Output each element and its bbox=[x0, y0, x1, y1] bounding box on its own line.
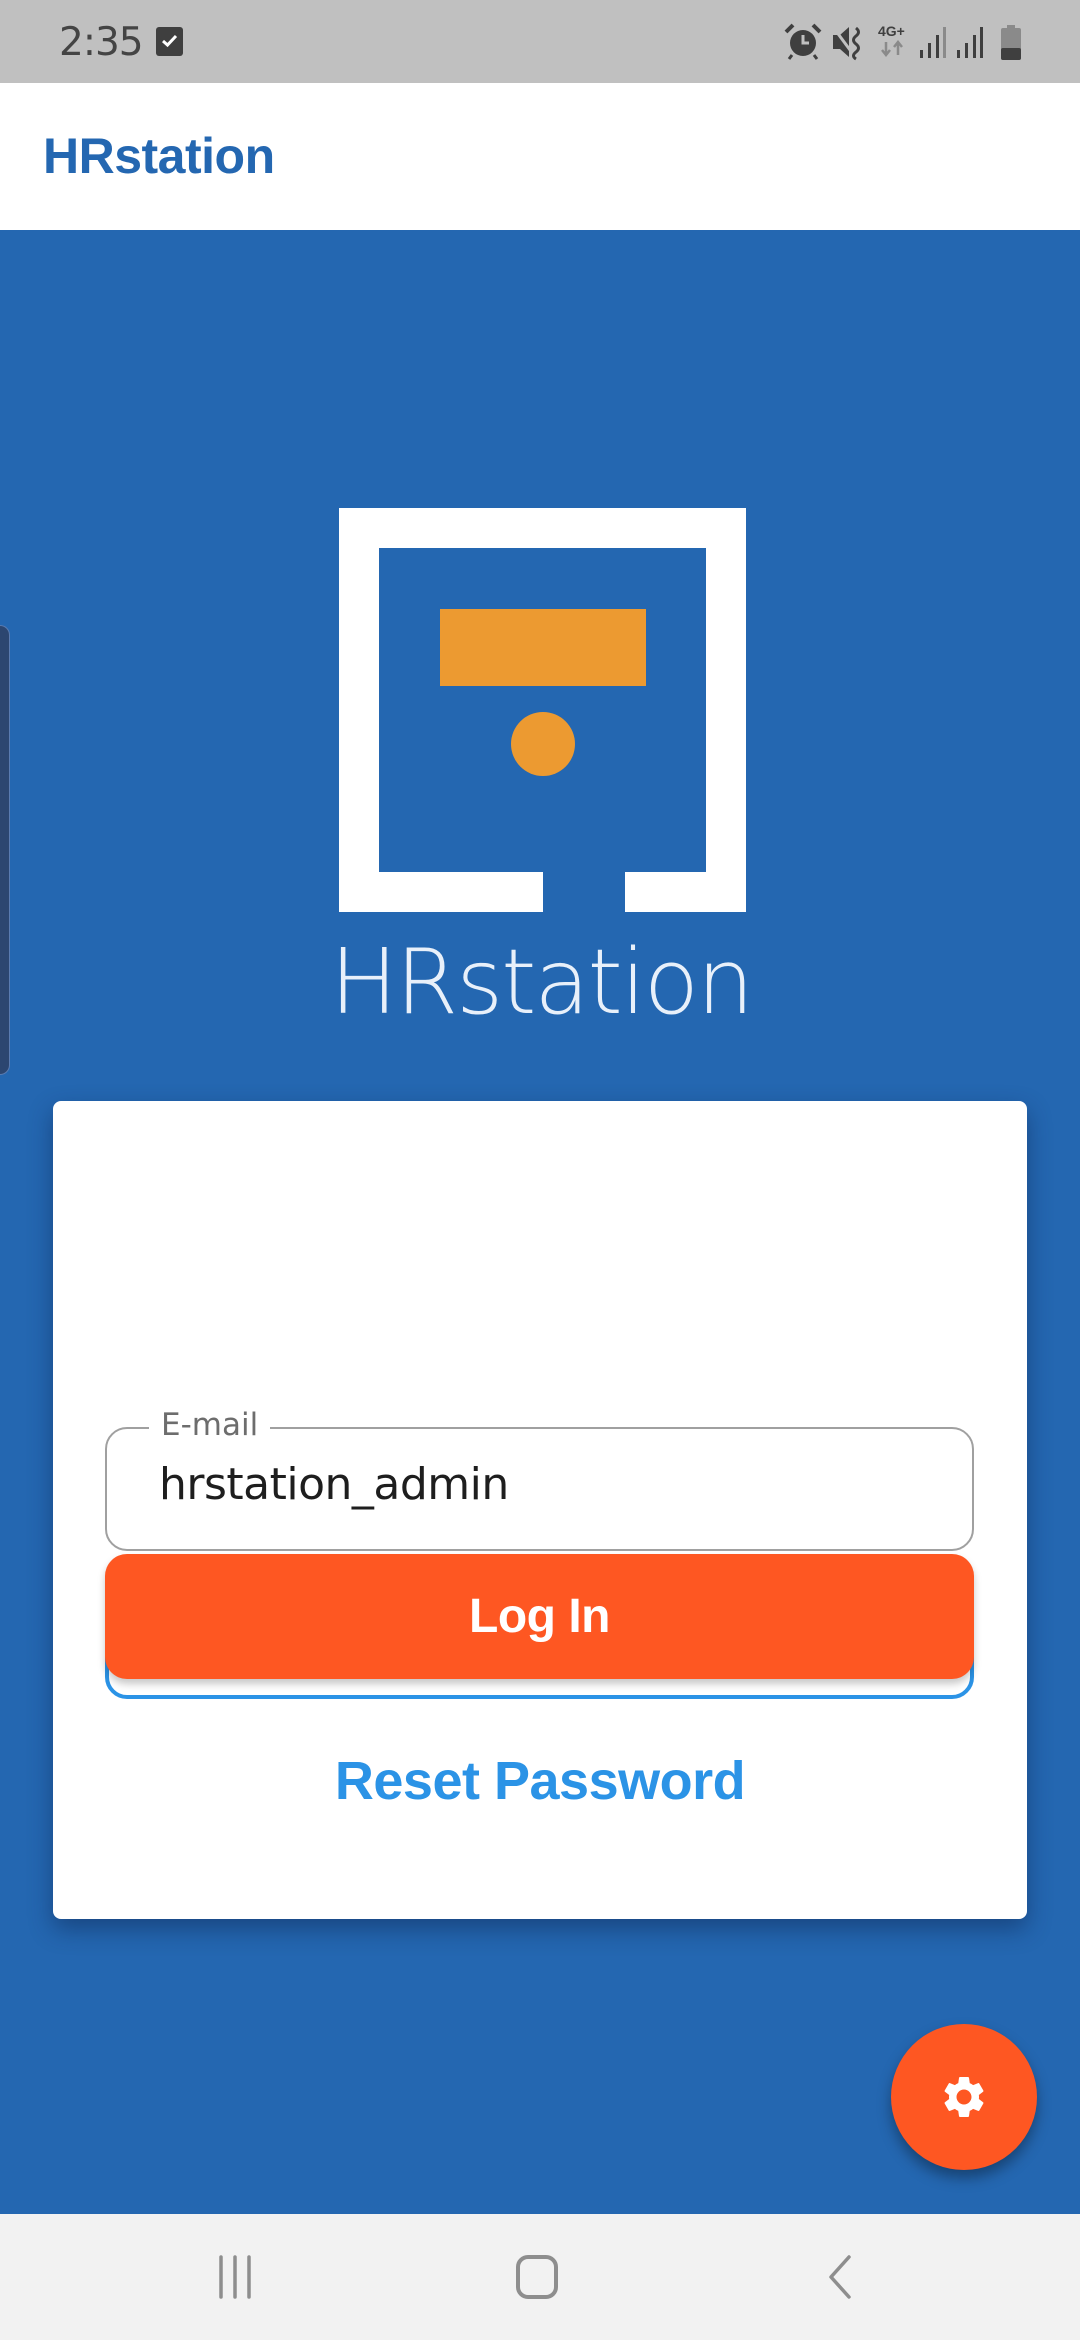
email-field[interactable]: E-mail bbox=[105, 1407, 974, 1551]
network-4g-plus-icon: 4G+ bbox=[878, 23, 905, 58]
home-icon bbox=[516, 2255, 558, 2299]
settings-fab[interactable] bbox=[891, 2024, 1037, 2170]
svg-text:4G+: 4G+ bbox=[878, 23, 905, 39]
reset-password-link[interactable]: Reset Password bbox=[53, 1750, 1027, 1812]
login-button[interactable]: Log In bbox=[105, 1554, 974, 1679]
logo-wordmark: HRstation bbox=[330, 930, 754, 1035]
login-card: E-mail Password ••••• Log In Reset Passw… bbox=[53, 1101, 1027, 1919]
login-screen: HRstation E-mail Password ••••• Log In R… bbox=[0, 230, 1080, 2214]
signal-sim2-icon bbox=[957, 27, 983, 58]
battery-icon bbox=[1001, 25, 1021, 60]
recents-button[interactable] bbox=[135, 2214, 335, 2340]
recents-icon bbox=[219, 2255, 251, 2299]
vibrate-mute-icon bbox=[831, 26, 860, 61]
alarm-icon bbox=[784, 23, 822, 60]
logo-rectangle bbox=[440, 609, 646, 686]
gear-icon bbox=[944, 2077, 984, 2117]
task-check-icon bbox=[156, 27, 183, 56]
logo-frame bbox=[339, 508, 746, 912]
status-bar: 2:35 4G+ bbox=[0, 0, 1080, 83]
email-label: E-mail bbox=[149, 1407, 271, 1443]
system-nav-bar bbox=[0, 2214, 1080, 2340]
signal-sim1-icon bbox=[920, 27, 946, 58]
email-input[interactable] bbox=[159, 1459, 919, 1510]
status-time: 2:35 bbox=[59, 20, 144, 65]
app-bar: HRstation bbox=[0, 83, 1080, 230]
back-button[interactable] bbox=[740, 2214, 940, 2340]
hrstation-logo bbox=[339, 508, 746, 912]
edge-panel-handle[interactable] bbox=[0, 625, 10, 1075]
logo-dot bbox=[511, 712, 575, 776]
back-icon bbox=[829, 2255, 851, 2299]
home-button[interactable] bbox=[437, 2214, 637, 2340]
app-title: HRstation bbox=[43, 128, 275, 184]
